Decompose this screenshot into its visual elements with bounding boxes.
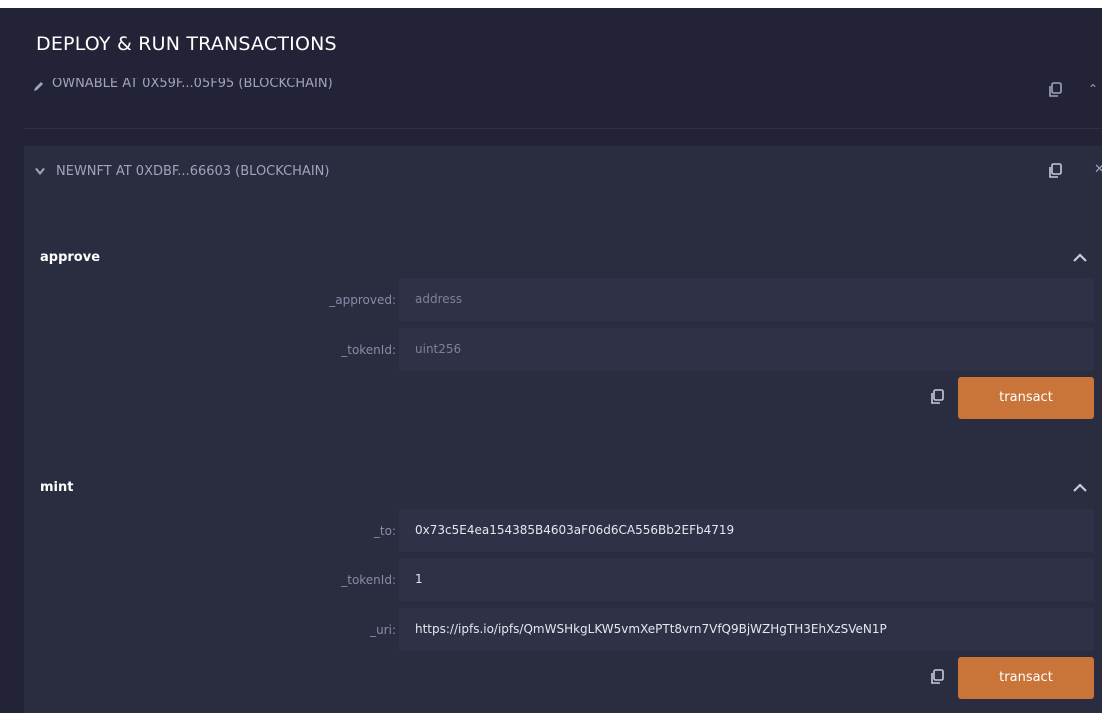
transact-button[interactable]: transact bbox=[958, 377, 1094, 419]
approved-input[interactable]: address bbox=[399, 278, 1094, 321]
panel-header: DEPLOY & RUN TRANSACTIONS bbox=[0, 8, 1102, 78]
copy-icon[interactable] bbox=[930, 669, 944, 685]
uri-input[interactable]: https://ipfs.io/ipfs/QmWSHkgLKW5vmXePTt8… bbox=[399, 608, 1094, 651]
tokenid-input[interactable]: 1 bbox=[399, 558, 1094, 601]
chevron-up-icon[interactable] bbox=[1073, 483, 1087, 493]
param-label: _uri: bbox=[370, 623, 396, 637]
param-label: _to: bbox=[373, 524, 396, 538]
tokenid-input[interactable]: uint256 bbox=[399, 328, 1094, 371]
transact-button[interactable]: transact bbox=[958, 657, 1094, 699]
copy-icon[interactable] bbox=[930, 389, 944, 405]
divider bbox=[24, 128, 1102, 129]
function-title-mint: mint bbox=[40, 480, 74, 495]
previous-instance-header[interactable]: OWNABLE AT 0X59F...05F95 (BLOCKCHAIN) ⌃ bbox=[0, 78, 1102, 128]
chevron-up-icon[interactable] bbox=[1073, 253, 1087, 263]
param-label: _approved: bbox=[329, 293, 396, 307]
previous-instance-label: OWNABLE AT 0X59F...05F95 (BLOCKCHAIN) bbox=[52, 78, 333, 91]
close-icon[interactable]: ✕ bbox=[1094, 162, 1102, 177]
chevron-down-icon[interactable] bbox=[34, 166, 46, 178]
instance-label: NEWNFT AT 0XDBF...66603 (BLOCKCHAIN) bbox=[56, 164, 330, 179]
copy-icon[interactable] bbox=[1048, 82, 1062, 98]
param-label: _tokenId: bbox=[341, 573, 396, 587]
to-input[interactable]: 0x73c5E4ea154385B4603aF06d6CA556Bb2EFb47… bbox=[399, 509, 1094, 552]
contract-instance: NEWNFT AT 0XDBF...66603 (BLOCKCHAIN) ✕ a… bbox=[24, 146, 1102, 713]
chevron-up-icon[interactable]: ⌃ bbox=[1088, 82, 1098, 96]
instance-header[interactable]: NEWNFT AT 0XDBF...66603 (BLOCKCHAIN) ✕ bbox=[24, 146, 1102, 201]
copy-icon[interactable] bbox=[1048, 163, 1062, 179]
function-title-approve: approve bbox=[40, 250, 101, 265]
top-strip bbox=[0, 0, 1102, 8]
panel-title: DEPLOY & RUN TRANSACTIONS bbox=[36, 33, 337, 55]
param-label: _tokenId: bbox=[341, 343, 396, 357]
pencil-icon bbox=[34, 82, 43, 91]
